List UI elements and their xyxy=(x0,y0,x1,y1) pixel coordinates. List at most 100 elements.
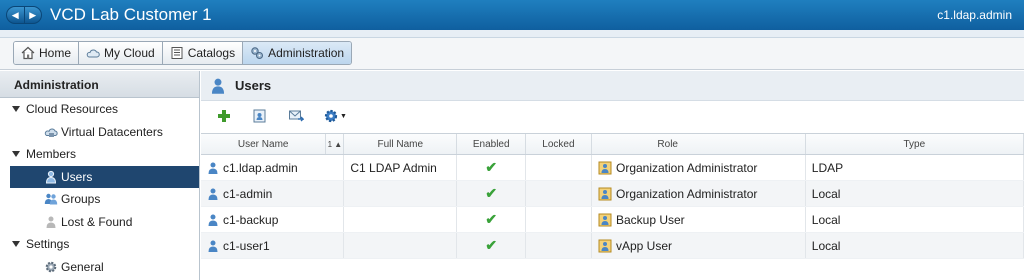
column-header-full-name[interactable]: Full Name xyxy=(344,134,458,154)
tree-item-label: Virtual Datacenters xyxy=(61,124,163,139)
cell-role: Backup User xyxy=(592,207,806,232)
table-body: c1.ldap.admin C1 LDAP Admin ✔ Organizati… xyxy=(201,155,1024,259)
current-user[interactable]: c1.ldap.admin xyxy=(937,8,1012,22)
import-users-button[interactable] xyxy=(249,106,271,126)
cell-user-name[interactable]: c1.ldap.admin xyxy=(201,155,345,180)
tree-item-label: Lost & Found xyxy=(61,214,133,229)
left-panel: Administration Cloud Resources Virtual D… xyxy=(0,71,200,280)
check-icon: ✔ xyxy=(485,185,498,201)
send-message-button[interactable] xyxy=(285,106,307,126)
tab-catalogs-label: Catalogs xyxy=(187,46,236,60)
cell-user-name[interactable]: c1-backup xyxy=(201,207,345,232)
cell-type: Local xyxy=(806,233,1024,258)
tree-group-cloud-resources[interactable]: Cloud Resources xyxy=(0,98,199,121)
tab-catalogs[interactable]: Catalogs xyxy=(161,42,243,64)
user-name-text: c1-admin xyxy=(223,186,273,201)
cell-user-name[interactable]: c1-admin xyxy=(201,181,345,206)
expand-triangle-icon[interactable] xyxy=(12,241,20,248)
catalog-icon xyxy=(171,47,183,59)
tab-my-cloud[interactable]: My Cloud xyxy=(78,42,162,64)
tree-group-members[interactable]: Members xyxy=(0,143,199,166)
role-icon xyxy=(598,239,612,253)
user-icon xyxy=(45,170,57,184)
users-header-icon xyxy=(211,78,225,94)
tree-item-label: Users xyxy=(61,169,93,184)
tree-item-users[interactable]: Users xyxy=(10,165,199,188)
cell-enabled: ✔ xyxy=(457,207,527,232)
column-header-locked[interactable]: Locked xyxy=(526,134,592,154)
table-row[interactable]: c1.ldap.admin C1 LDAP Admin ✔ Organizati… xyxy=(201,155,1024,181)
check-icon: ✔ xyxy=(485,237,498,253)
tab-home[interactable]: Home xyxy=(14,42,79,64)
column-header-type[interactable]: Type xyxy=(806,134,1024,154)
cell-role: Organization Administrator xyxy=(592,181,806,206)
chevron-down-icon: ▼ xyxy=(340,112,347,120)
column-header-enabled[interactable]: Enabled xyxy=(457,134,527,154)
expand-triangle-icon[interactable] xyxy=(12,151,20,158)
main-panel-header: Users xyxy=(201,71,1024,101)
tree-item-label: Groups xyxy=(61,192,101,207)
user-icon xyxy=(207,239,219,253)
role-text: Organization Administrator xyxy=(615,160,758,175)
tree-group-label: Cloud Resources xyxy=(26,102,119,117)
check-icon: ✔ xyxy=(485,159,498,175)
table-row[interactable]: c1-admin ✔ Organization Administrator Lo… xyxy=(201,181,1024,207)
user-name-text: c1-backup xyxy=(223,212,279,227)
cell-full-name xyxy=(344,181,458,206)
role-text: vApp User xyxy=(615,238,673,253)
import-users-icon xyxy=(253,109,266,123)
actions-gear-icon xyxy=(324,109,338,123)
role-icon xyxy=(598,187,612,201)
cell-enabled: ✔ xyxy=(457,155,527,180)
vdc-icon xyxy=(44,128,58,137)
user-icon xyxy=(207,213,219,227)
table-row[interactable]: c1-user1 ✔ vApp User Local xyxy=(201,233,1024,259)
cell-type: LDAP xyxy=(806,155,1024,180)
check-icon: ✔ xyxy=(485,211,498,227)
tree-item-virtual-datacenters[interactable]: Virtual Datacenters xyxy=(0,121,199,144)
cell-locked xyxy=(526,155,592,180)
actions-menu-button[interactable]: ▼ xyxy=(321,106,349,126)
column-header-role-spacer xyxy=(744,134,806,154)
cell-locked xyxy=(526,233,592,258)
tree-item-lost-found[interactable]: Lost & Found xyxy=(0,211,199,234)
cell-role: vApp User xyxy=(592,233,806,258)
expand-triangle-icon[interactable] xyxy=(12,106,20,113)
tab-administration[interactable]: Administration xyxy=(242,42,352,64)
cell-full-name xyxy=(344,233,458,258)
column-header-role[interactable]: Role xyxy=(592,134,744,154)
column-header-user-name[interactable]: User Name xyxy=(201,134,327,154)
forward-arrow-icon[interactable]: ▶ xyxy=(23,7,42,23)
send-message-icon xyxy=(289,110,304,122)
add-user-button[interactable] xyxy=(213,106,235,126)
role-text: Organization Administrator xyxy=(615,186,758,201)
tree-item-general[interactable]: General xyxy=(0,256,199,279)
lost-found-icon xyxy=(46,216,56,228)
toolbar: ▼ xyxy=(201,101,1024,131)
cell-type: Local xyxy=(806,181,1024,206)
users-table: User Name 1 ▲ Full Name Enabled Locked R… xyxy=(201,133,1024,259)
tree-item-label: General xyxy=(61,259,104,274)
cell-role: Organization Administrator xyxy=(592,155,806,180)
tree-group-settings[interactable]: Settings xyxy=(0,233,199,256)
table-header: User Name 1 ▲ Full Name Enabled Locked R… xyxy=(201,133,1024,155)
nav-arrows[interactable]: ◀ ▶ xyxy=(6,6,42,24)
cell-full-name: C1 LDAP Admin xyxy=(344,155,458,180)
cell-enabled: ✔ xyxy=(457,181,527,206)
home-icon xyxy=(21,46,35,60)
table-row[interactable]: c1-backup ✔ Backup User Local xyxy=(201,207,1024,233)
main-tabs: Home My Cloud Catalogs Administration xyxy=(13,41,353,65)
tree-item-groups[interactable]: Groups xyxy=(0,188,199,211)
tab-my-cloud-label: My Cloud xyxy=(104,46,155,60)
column-sort-indicator[interactable]: 1 ▲ xyxy=(326,134,345,154)
role-icon xyxy=(598,161,612,175)
add-icon xyxy=(218,110,230,122)
cell-enabled: ✔ xyxy=(457,233,527,258)
gear-icon xyxy=(45,261,57,273)
user-name-text: c1.ldap.admin xyxy=(223,160,298,175)
left-panel-header: Administration xyxy=(0,71,199,98)
back-arrow-icon[interactable]: ◀ xyxy=(7,7,24,23)
role-icon xyxy=(598,213,612,227)
cell-user-name[interactable]: c1-user1 xyxy=(201,233,345,258)
tree-group-label: Settings xyxy=(26,237,70,252)
